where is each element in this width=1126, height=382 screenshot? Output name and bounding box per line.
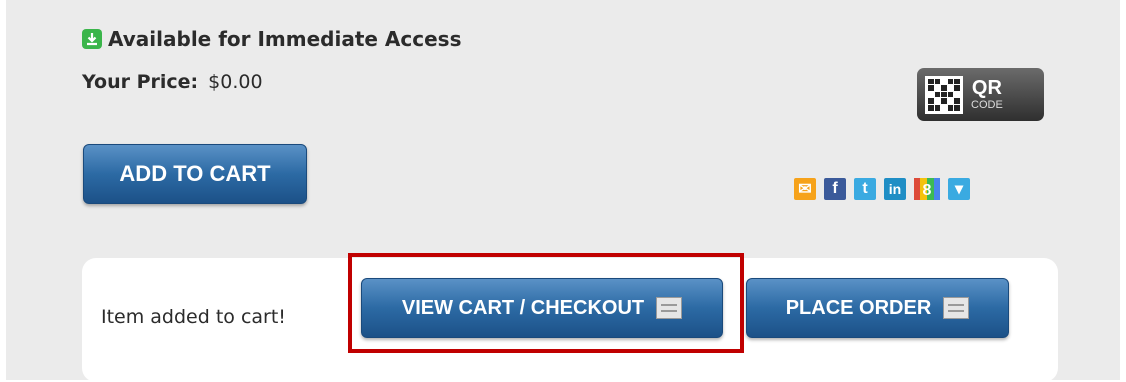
price-row: Your Price: $0.00 xyxy=(82,68,263,96)
view-cart-checkout-button[interactable]: VIEW CART / CHECKOUT xyxy=(361,278,723,338)
download-icon xyxy=(82,29,102,49)
price-value: $0.00 xyxy=(208,71,263,93)
qr-code-button[interactable]: QR CODE xyxy=(917,68,1044,121)
cart-added-message: Item added to cart! xyxy=(101,306,286,328)
qr-label: QR CODE xyxy=(971,78,1003,111)
google-plus-icon[interactable]: 8 xyxy=(914,178,940,200)
qr-subtitle: CODE xyxy=(971,99,1003,111)
price-label: Your Price: xyxy=(82,71,199,93)
linkedin-icon[interactable]: in xyxy=(884,178,906,200)
availability-text: Available for Immediate Access xyxy=(108,27,462,51)
share-icons: ✉ f t in 8 ▾ xyxy=(794,176,970,202)
twitter-icon[interactable]: t xyxy=(854,178,876,200)
cart-icon xyxy=(656,297,683,319)
google-plus-glyph: 8 xyxy=(923,182,932,199)
qr-title: QR xyxy=(971,77,1002,99)
view-cart-label: VIEW CART / CHECKOUT xyxy=(401,296,645,319)
availability-status: Available for Immediate Access xyxy=(82,26,461,52)
place-order-label: PLACE ORDER xyxy=(785,296,932,319)
facebook-icon[interactable]: f xyxy=(824,178,846,200)
more-share-icon[interactable]: ▾ xyxy=(948,178,970,200)
place-order-button[interactable]: PLACE ORDER xyxy=(746,278,1009,338)
qr-code-icon xyxy=(925,75,963,114)
add-to-cart-button[interactable]: ADD TO CART xyxy=(83,144,307,204)
email-icon[interactable]: ✉ xyxy=(794,178,816,200)
add-to-cart-label: ADD TO CART xyxy=(119,161,271,186)
cart-icon xyxy=(943,297,970,319)
